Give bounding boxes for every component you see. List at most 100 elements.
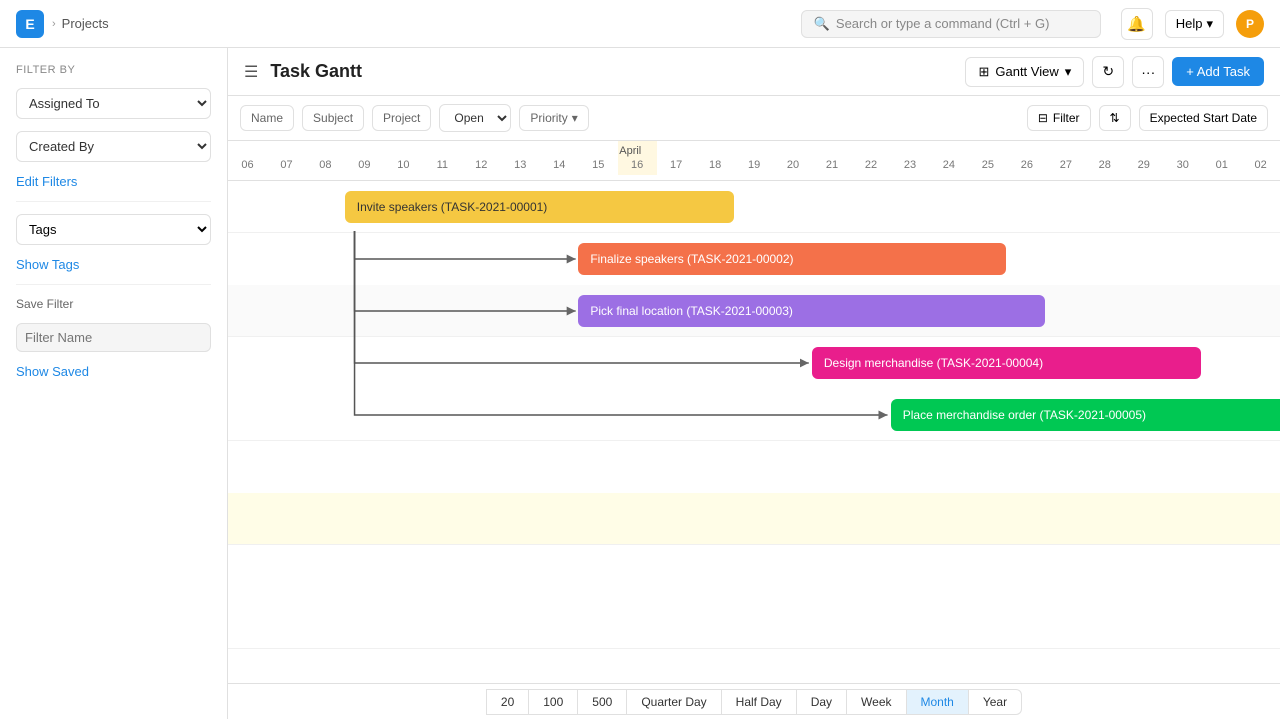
zoom-button[interactable]: Year <box>969 689 1022 715</box>
sort-button[interactable]: ⇅ <box>1099 105 1131 131</box>
search-bar[interactable]: 🔍 Search or type a command (Ctrl + G) <box>801 10 1101 38</box>
assigned-to-select[interactable]: Assigned To <box>16 88 211 119</box>
subject-field-label: Subject <box>313 111 353 125</box>
avatar[interactable]: P <box>1236 10 1264 38</box>
sort-icon: ⇅ <box>1110 111 1120 125</box>
created-by-select[interactable]: Created By <box>16 131 211 162</box>
gantt-day: 02 <box>1241 141 1280 175</box>
gantt-timeline-header: April 0607080910111213141516171819202122… <box>228 141 1280 181</box>
gantt-day: 28 <box>1085 141 1124 175</box>
gantt-toolbar-right: ⊟ Filter ⇅ Expected Start Date <box>1027 105 1268 131</box>
show-tags-link[interactable]: Show Tags <box>16 257 211 272</box>
gantt-day: 22 <box>852 141 891 175</box>
gantt-day: 11 <box>423 141 462 175</box>
gantt-view-label: Gantt View <box>995 64 1058 79</box>
task-bar[interactable]: Finalize speakers (TASK-2021-00002) <box>578 243 1006 275</box>
subject-field[interactable]: Subject <box>302 105 364 131</box>
filter-name-input[interactable] <box>16 323 211 352</box>
gantt-container: Name Subject Project Open Priority ▾ <box>228 96 1280 719</box>
project-field-label: Project <box>383 111 420 125</box>
refresh-icon: ↻ <box>1102 63 1114 80</box>
search-icon: 🔍 <box>814 16 830 32</box>
task-bar[interactable]: Invite speakers (TASK-2021-00001) <box>345 191 734 223</box>
ellipsis-icon: ··· <box>1141 64 1155 80</box>
breadcrumb: › Projects <box>52 16 109 31</box>
task-bars-container: Invite speakers (TASK-2021-00001) Finaliz… <box>228 181 1280 683</box>
gantt-day: 23 <box>890 141 929 175</box>
priority-field[interactable]: Priority ▾ <box>519 105 588 131</box>
filter-label: Filter <box>1053 111 1080 125</box>
gantt-bottom-toolbar: 20100500Quarter DayHalf DayDayWeekMonthY… <box>228 683 1280 719</box>
content-area: ☰ Task Gantt ⊞ Gantt View ▾ ↻ ··· + Add … <box>228 48 1280 719</box>
gantt-day: 20 <box>774 141 813 175</box>
page-header-right: ⊞ Gantt View ▾ ↻ ··· + Add Task <box>965 56 1264 88</box>
gantt-day: 15 <box>579 141 618 175</box>
add-task-button[interactable]: + Add Task <box>1172 57 1264 86</box>
gantt-view-icon: ⊞ <box>978 64 989 80</box>
gantt-day: 07 <box>267 141 306 175</box>
bell-icon: 🔔 <box>1127 15 1146 33</box>
notification-button[interactable]: 🔔 <box>1121 8 1153 40</box>
page-title: Task Gantt <box>270 61 362 82</box>
gantt-rows-container: Invite speakers (TASK-2021-00001) Finaliz… <box>228 181 1280 683</box>
help-button[interactable]: Help ▾ <box>1165 10 1224 38</box>
gantt-day: 06 <box>228 141 267 175</box>
zoom-button[interactable]: Day <box>797 689 847 715</box>
task-bar[interactable]: Design merchandise (TASK-2021-00004) <box>812 347 1201 379</box>
gantt-day: 29 <box>1124 141 1163 175</box>
zoom-button[interactable]: 500 <box>578 689 627 715</box>
month-label: April <box>619 145 641 157</box>
main-layout: Filter By Assigned To Created By Edit Fi… <box>0 48 1280 719</box>
help-chevron-icon: ▾ <box>1206 16 1213 32</box>
breadcrumb-projects[interactable]: Projects <box>62 16 109 31</box>
name-field[interactable]: Name <box>240 105 294 131</box>
gantt-toolbar: Name Subject Project Open Priority ▾ <box>228 96 1280 141</box>
sidebar-divider-2 <box>16 284 211 285</box>
gantt-day: 19 <box>735 141 774 175</box>
more-options-button[interactable]: ··· <box>1132 56 1164 88</box>
app-logo[interactable]: E <box>16 10 44 38</box>
gantt-day: 09 <box>345 141 384 175</box>
project-field[interactable]: Project <box>372 105 431 131</box>
gantt-day: 17 <box>657 141 696 175</box>
gantt-day: 27 <box>1046 141 1085 175</box>
zoom-button[interactable]: Month <box>907 689 969 715</box>
zoom-button[interactable]: Half Day <box>722 689 797 715</box>
edit-filters-link[interactable]: Edit Filters <box>16 174 211 189</box>
gantt-day: 30 <box>1163 141 1202 175</box>
gantt-day: 08 <box>306 141 345 175</box>
gantt-view-chevron-icon: ▾ <box>1065 64 1072 80</box>
show-saved-link[interactable]: Show Saved <box>16 364 211 379</box>
sidebar: Filter By Assigned To Created By Edit Fi… <box>0 48 228 719</box>
gantt-day: 25 <box>968 141 1007 175</box>
status-select[interactable]: Open <box>439 104 511 132</box>
zoom-group: 20100500Quarter DayHalf DayDayWeekMonthY… <box>486 689 1022 715</box>
task-bar[interactable]: Pick final location (TASK-2021-00003) <box>578 295 1045 327</box>
gantt-day: 26 <box>1007 141 1046 175</box>
zoom-button[interactable]: Week <box>847 689 906 715</box>
zoom-button[interactable]: Quarter Day <box>627 689 721 715</box>
task-bar[interactable]: Place merchandise order (TASK-2021-00005… <box>891 399 1280 431</box>
tags-select[interactable]: Tags <box>16 214 211 245</box>
gantt-days: 0607080910111213141516171819202122232425… <box>228 141 1280 175</box>
gantt-day: 14 <box>540 141 579 175</box>
zoom-button[interactable]: 20 <box>486 689 529 715</box>
gantt-day: 21 <box>813 141 852 175</box>
priority-chevron-icon: ▾ <box>572 111 578 125</box>
gantt-view-button[interactable]: ⊞ Gantt View ▾ <box>965 57 1084 87</box>
hamburger-icon[interactable]: ☰ <box>244 62 258 82</box>
gantt-chart: April 0607080910111213141516171819202122… <box>228 141 1280 683</box>
zoom-button[interactable]: 100 <box>529 689 578 715</box>
filter-by-title: Filter By <box>16 64 211 76</box>
page-header: ☰ Task Gantt ⊞ Gantt View ▾ ↻ ··· + Add … <box>228 48 1280 96</box>
filter-button[interactable]: ⊟ Filter <box>1027 105 1091 131</box>
breadcrumb-chevron: › <box>52 18 56 30</box>
sidebar-divider-1 <box>16 201 211 202</box>
expected-start-date-button[interactable]: Expected Start Date <box>1139 105 1268 131</box>
help-label: Help <box>1176 16 1203 31</box>
refresh-button[interactable]: ↻ <box>1092 56 1124 88</box>
topnav: E › Projects 🔍 Search or type a command … <box>0 0 1280 48</box>
gantt-day: 10 <box>384 141 423 175</box>
add-task-label: + Add Task <box>1186 64 1250 79</box>
gantt-day: 01 <box>1202 141 1241 175</box>
